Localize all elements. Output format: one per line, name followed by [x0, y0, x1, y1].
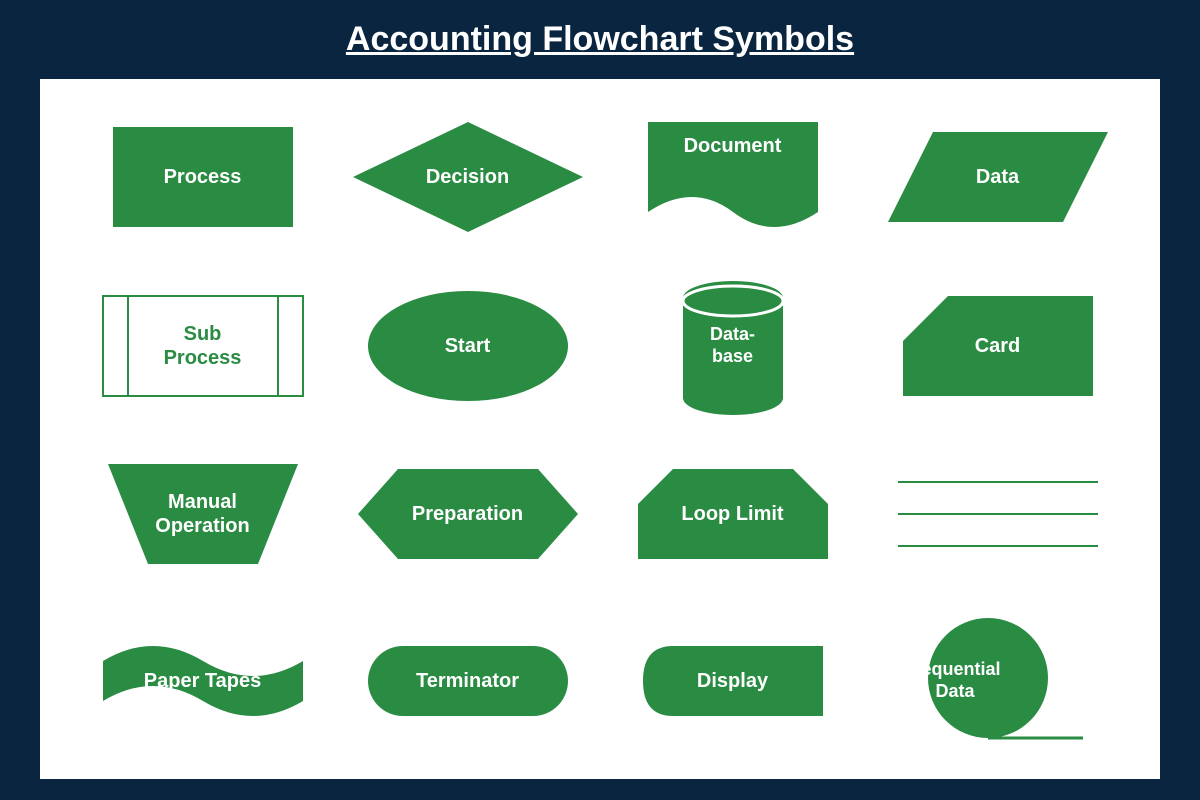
symbol-sequential-data: SequentialData: [875, 612, 1120, 749]
line-icon: [898, 481, 1098, 483]
symbol-start: Start: [345, 276, 590, 416]
symbol-card: Card: [875, 276, 1120, 416]
symbol-lines: [875, 446, 1120, 583]
symbol-display: Display: [610, 612, 855, 749]
symbol-loop-limit: Loop Limit: [610, 446, 855, 583]
symbol-decision: Decision: [345, 109, 590, 246]
symbol-data: Data: [875, 109, 1120, 246]
symbol-document: Document: [610, 109, 855, 246]
line-icon: [898, 513, 1098, 515]
line-icon: [898, 545, 1098, 547]
symbol-preparation: Preparation: [345, 446, 590, 583]
symbol-paper-tapes: Paper Tapes: [80, 612, 325, 749]
diagram-title: Accounting Flowchart Symbols: [40, 20, 1160, 59]
symbol-database: Data-base: [610, 276, 855, 416]
symbol-process: Process: [80, 109, 325, 246]
symbol-subprocess: SubProcess: [80, 276, 325, 416]
symbol-terminator: Terminator: [345, 612, 590, 749]
symbol-manual-operation: ManualOperation: [80, 446, 325, 583]
diagram-canvas: Process Decision Document Data SubProces…: [40, 79, 1160, 779]
